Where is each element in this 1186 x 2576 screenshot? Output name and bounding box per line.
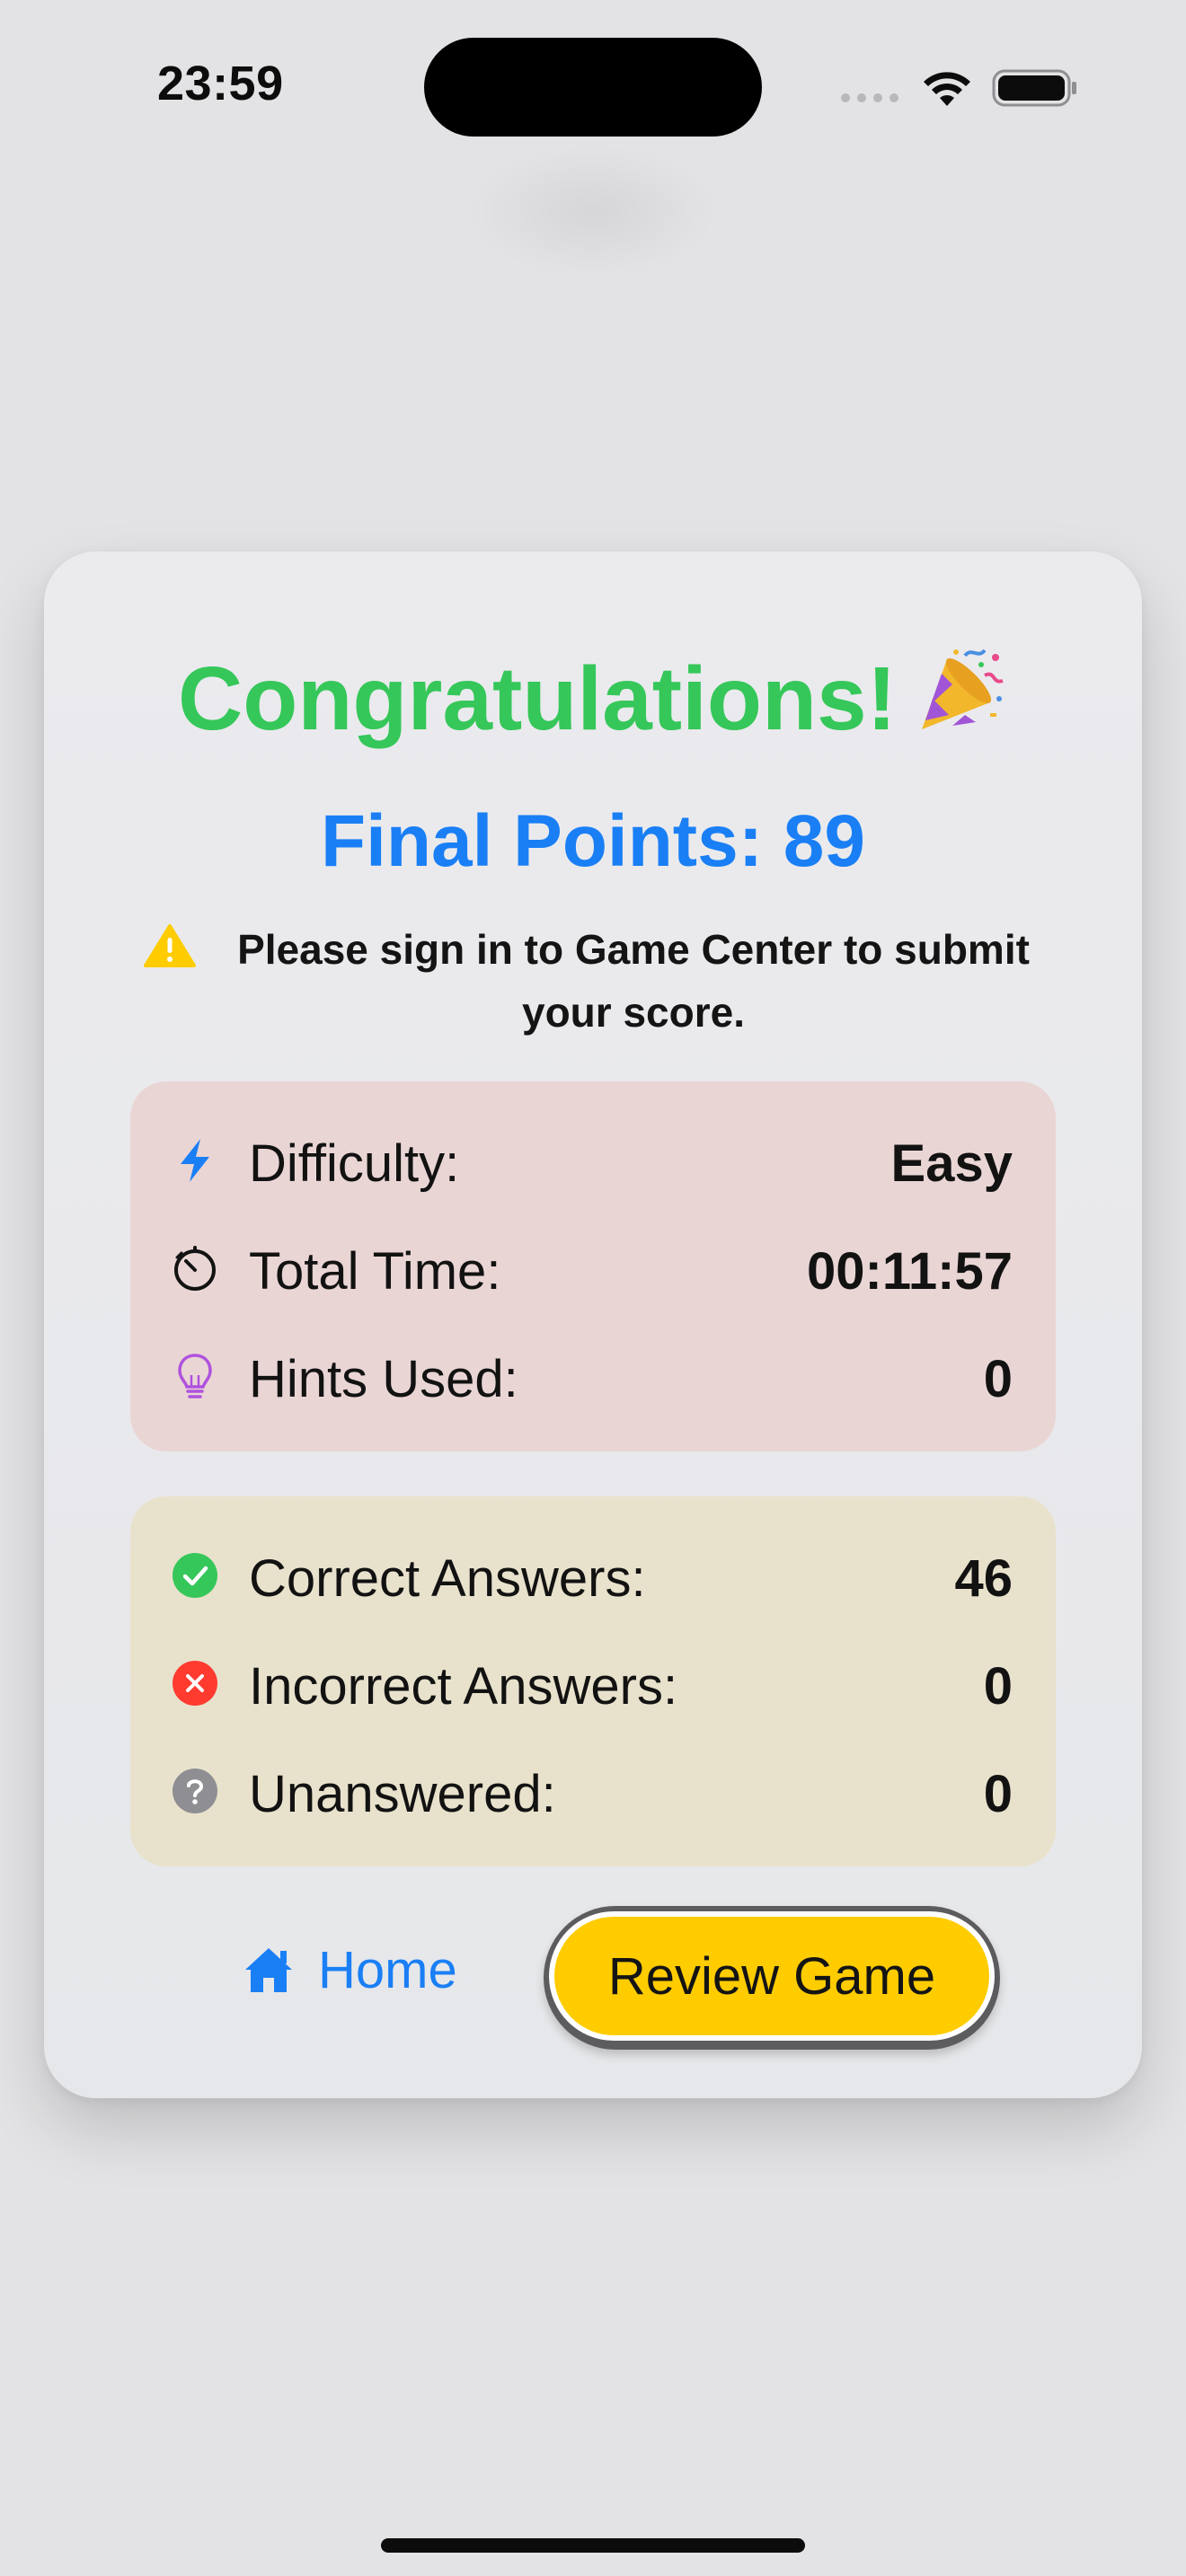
check-circle-icon <box>173 1553 217 1598</box>
x-circle-icon <box>173 1661 217 1706</box>
stat-value: Easy <box>890 1134 1013 1193</box>
stat-value: 0 <box>983 1765 1013 1823</box>
stat-value: 46 <box>954 1549 1013 1608</box>
home-indicator[interactable] <box>381 2538 805 2553</box>
stat-value: 00:11:57 <box>807 1242 1013 1301</box>
review-game-button-frame: Review Game <box>544 1906 1000 2050</box>
answer-stats-panel: Correct Answers: 46 Incorrect Answers: 0… <box>130 1496 1056 1866</box>
stat-label: Hints Used: <box>249 1350 518 1408</box>
house-icon <box>245 1948 292 1992</box>
dynamic-island <box>424 38 762 137</box>
home-button-label: Home <box>318 1940 457 1999</box>
stat-row-hints-used: Hints Used: 0 <box>130 1331 1056 1421</box>
question-circle-icon <box>173 1769 217 1813</box>
final-points: Final Points: 89 <box>321 800 865 882</box>
battery-icon <box>992 69 1076 107</box>
warning-triangle-icon <box>144 924 196 967</box>
wifi-icon <box>924 72 970 106</box>
timer-icon <box>174 1246 216 1291</box>
cellular-signal-icon <box>841 93 900 106</box>
game-stats-panel: Difficulty: Easy Total Time: 00:11:57 Hi… <box>130 1081 1056 1451</box>
stat-row-difficulty: Difficulty: Easy <box>130 1116 1056 1205</box>
stat-value: 0 <box>983 1350 1013 1408</box>
stat-value: 0 <box>983 1657 1013 1716</box>
status-time: 23:59 <box>157 57 284 110</box>
stat-row-total-time: Total Time: 00:11:57 <box>130 1223 1056 1313</box>
stat-row-correct: Correct Answers: 46 <box>130 1531 1056 1620</box>
lightbulb-icon <box>178 1354 212 1398</box>
review-game-button[interactable]: Review Game <box>554 1917 989 2035</box>
stat-label: Incorrect Answers: <box>249 1657 678 1716</box>
stat-label: Correct Answers: <box>249 1549 646 1608</box>
stat-label: Total Time: <box>249 1242 501 1301</box>
title-text: Congratulations! <box>178 648 897 749</box>
congratulations-title: Congratulations! <box>0 640 1186 751</box>
bolt-icon <box>181 1139 209 1182</box>
stat-label: Unanswered: <box>249 1765 556 1823</box>
party-popper-icon <box>921 648 1004 729</box>
game-center-warning: Please sign in to Game Center to submit … <box>237 926 1030 1036</box>
background-shadow <box>467 144 719 278</box>
stat-row-unanswered: Unanswered: 0 <box>130 1746 1056 1836</box>
home-button[interactable]: Home <box>243 1929 485 2010</box>
stat-row-incorrect: Incorrect Answers: 0 <box>130 1638 1056 1728</box>
stat-label: Difficulty: <box>249 1134 460 1193</box>
